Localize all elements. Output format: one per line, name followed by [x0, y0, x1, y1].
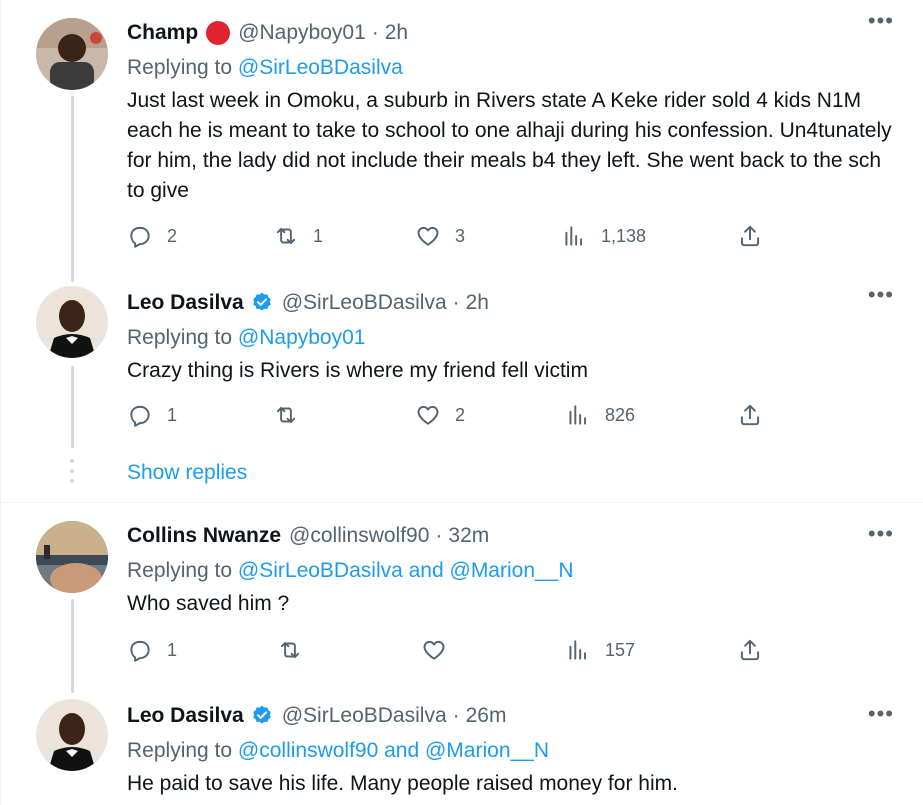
- view-count: 1,138: [601, 225, 647, 246]
- separator: ·: [371, 21, 379, 44]
- like-count: 3: [455, 225, 466, 246]
- view-count: 157: [605, 639, 636, 660]
- more-options-icon[interactable]: •••: [868, 8, 894, 34]
- view-count: 826: [605, 404, 636, 425]
- retweet-button[interactable]: [273, 402, 313, 428]
- share-button[interactable]: [737, 637, 763, 663]
- separator: ·: [452, 704, 460, 727]
- handle[interactable]: @SirLeoBDasilva: [282, 290, 447, 316]
- tweet-header: Champ @Napyboy01 · 2h: [127, 20, 894, 46]
- retweet-button[interactable]: 1: [273, 223, 323, 249]
- heart-icon: [423, 640, 445, 660]
- reply-count: 1: [167, 404, 178, 425]
- replying-prefix: Replying to: [127, 739, 233, 762]
- timestamp[interactable]: 2h: [385, 20, 408, 46]
- red-circle-icon: [206, 21, 231, 45]
- replying-to: Replying to @Napyboy01: [127, 324, 894, 352]
- reply-button[interactable]: 2: [127, 223, 177, 249]
- reply-icon: [130, 226, 150, 248]
- views-button[interactable]: 826: [565, 402, 635, 428]
- tweet-header: Leo Dasilva @SirLeoBDasilva · 2h: [127, 290, 894, 316]
- more-options-icon[interactable]: •••: [868, 701, 894, 727]
- avatar[interactable]: [36, 699, 108, 771]
- like-button[interactable]: [421, 637, 461, 663]
- like-count: 2: [455, 404, 466, 425]
- thread-line: [71, 599, 74, 693]
- verified-badge-icon: [252, 292, 271, 311]
- show-replies-link[interactable]: Show replies: [127, 461, 247, 485]
- like-button[interactable]: 3: [415, 223, 465, 249]
- share-button[interactable]: [737, 223, 763, 249]
- handle[interactable]: @collinswolf90: [289, 523, 429, 549]
- display-name[interactable]: Leo Dasilva: [127, 290, 244, 316]
- replying-prefix: Replying to: [127, 326, 233, 349]
- thread-gap-dots: [70, 459, 75, 489]
- display-name[interactable]: Leo Dasilva: [127, 703, 244, 729]
- reply-button[interactable]: 1: [127, 637, 177, 663]
- tweet-text: Just last week in Omoku, a suburb in Riv…: [127, 89, 892, 202]
- verified-badge-icon: [252, 705, 271, 724]
- retweet-count: 1: [313, 225, 324, 246]
- retweet-icon: [276, 227, 296, 245]
- thread-line: [71, 96, 74, 282]
- tweet-header: Collins Nwanze @collinswolf90 · 32m: [127, 523, 894, 549]
- reply-icon: [130, 640, 150, 662]
- views-icon: [569, 405, 587, 425]
- retweet-button[interactable]: [277, 637, 317, 663]
- avatar[interactable]: [36, 521, 108, 593]
- retweet-icon: [280, 641, 300, 659]
- share-icon: [740, 225, 760, 247]
- like-button[interactable]: 2: [415, 402, 465, 428]
- views-icon: [569, 640, 587, 660]
- tweet-actions: 2 1 3 1,138: [127, 223, 767, 253]
- share-icon: [740, 404, 760, 426]
- reply-thread: Champ @Napyboy01 · 2h Replying to @SirLe…: [0, 0, 923, 805]
- more-options-icon[interactable]: •••: [868, 521, 894, 547]
- reply-count: 1: [167, 639, 178, 660]
- reply-target-link[interactable]: @collinswolf90 and @Marion__N: [238, 739, 549, 762]
- timestamp[interactable]: 26m: [466, 703, 507, 729]
- separator: ·: [435, 524, 443, 547]
- views-icon: [565, 226, 583, 246]
- reply-target-link[interactable]: @SirLeoBDasilva: [238, 56, 403, 79]
- reply-target-link[interactable]: @SirLeoBDasilva and @Marion__N: [238, 559, 574, 582]
- replying-to: Replying to @SirLeoBDasilva and @Marion_…: [127, 557, 894, 585]
- share-button[interactable]: [737, 402, 763, 428]
- replying-prefix: Replying to: [127, 56, 233, 79]
- tweet-leo-dasilva-2[interactable]: Leo Dasilva @SirLeoBDasilva · 26m Replyi…: [1, 683, 923, 805]
- reply-button[interactable]: 1: [127, 402, 177, 428]
- more-options-icon[interactable]: •••: [868, 282, 894, 308]
- heart-icon: [417, 226, 439, 246]
- handle[interactable]: @SirLeoBDasilva: [282, 703, 447, 729]
- reply-count: 2: [167, 225, 178, 246]
- avatar[interactable]: [36, 18, 108, 90]
- display-name[interactable]: Champ: [127, 20, 198, 46]
- tweet-text: Crazy thing is Rivers is where my friend…: [127, 359, 588, 382]
- replying-to: Replying to @collinswolf90 and @Marion__…: [127, 737, 894, 765]
- tweet-text: Who saved him ?: [127, 592, 290, 615]
- replying-prefix: Replying to: [127, 559, 233, 582]
- heart-icon: [417, 405, 439, 425]
- retweet-icon: [276, 406, 296, 424]
- display-name[interactable]: Collins Nwanze: [127, 523, 281, 549]
- share-icon: [740, 639, 760, 661]
- tweet-header: Leo Dasilva @SirLeoBDasilva · 26m: [127, 703, 894, 729]
- views-button[interactable]: 157: [565, 637, 635, 663]
- separator: ·: [452, 291, 460, 314]
- avatar[interactable]: [36, 286, 108, 358]
- reply-target-link[interactable]: @Napyboy01: [238, 326, 366, 349]
- replying-to: Replying to @SirLeoBDasilva: [127, 54, 894, 82]
- tweet-actions: 1 157: [127, 637, 767, 667]
- timestamp[interactable]: 32m: [448, 523, 489, 549]
- views-button[interactable]: 1,138: [561, 223, 646, 249]
- tweet-actions: 1 2 826: [127, 402, 767, 432]
- reply-icon: [130, 405, 150, 427]
- tweet-champ[interactable]: Champ @Napyboy01 · 2h Replying to @SirLe…: [1, 0, 923, 282]
- timestamp[interactable]: 2h: [466, 290, 489, 316]
- tweet-text: He paid to save his life. Many people ra…: [127, 772, 678, 795]
- tweet-collins-nwanze[interactable]: Collins Nwanze @collinswolf90 · 32m Repl…: [1, 503, 923, 693]
- handle[interactable]: @Napyboy01: [238, 20, 366, 46]
- thread-line: [71, 366, 74, 448]
